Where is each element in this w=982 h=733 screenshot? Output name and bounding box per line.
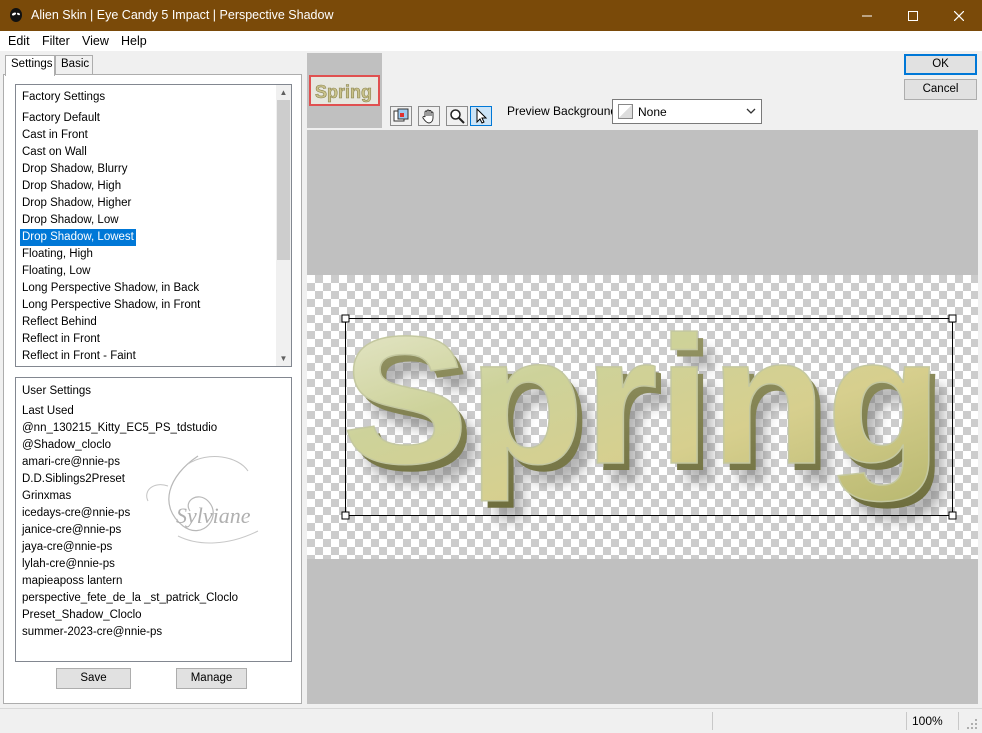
list-item-selected[interactable]: Drop Shadow, Lowest [20,229,136,246]
list-item[interactable]: perspective_fete_de_la _st_patrick_Clocl… [22,590,238,607]
list-item[interactable]: Grinxmas [22,488,71,505]
user-settings-list[interactable]: Sylviane User Settings Last Used @nn_130… [15,377,292,662]
pointer-icon [476,108,488,124]
list-item[interactable]: Cast on Wall [22,144,87,161]
list-item[interactable]: Last Used [22,403,74,420]
list-item[interactable]: Preset_Shadow_Cloclo [22,607,142,624]
list-item[interactable]: Floating, High [22,246,93,263]
user-settings-header: User Settings [22,385,92,397]
list-item[interactable]: Drop Shadow, Blurry [22,161,127,178]
list-item[interactable]: janice-cre@nnie-ps [22,522,121,539]
zoom-level: 100% [912,714,943,728]
svg-text:Sylviane: Sylviane [176,503,251,528]
status-divider [958,712,959,730]
factory-settings-list[interactable]: Factory Settings Factory Default Cast in… [15,84,292,367]
status-divider [906,712,907,730]
minimize-button[interactable] [844,0,890,31]
navigate-tool-button[interactable] [390,106,412,126]
scroll-up-icon[interactable]: ▲ [276,85,291,100]
menu-edit[interactable]: Edit [8,34,30,48]
minimize-icon [862,15,872,16]
menu-filter[interactable]: Filter [42,34,70,48]
maximize-icon [908,10,918,21]
svg-text:Spring: Spring [315,82,372,102]
hand-tool-button[interactable] [418,106,440,126]
list-item[interactable]: Reflect in Front [22,331,100,348]
resize-handle[interactable] [948,314,957,323]
factory-settings-header: Factory Settings [22,91,106,103]
resize-grip-icon[interactable] [966,718,978,730]
list-item[interactable]: Drop Shadow, Higher [22,195,131,212]
tab-basic[interactable]: Basic [55,55,93,75]
pointer-tool-button[interactable] [470,106,492,126]
preview-background-label: Preview Background: [507,104,621,118]
thumbnail-navigator[interactable]: Spring [307,53,382,128]
list-item[interactable]: icedays-cre@nnie-ps [22,505,130,522]
list-item[interactable]: jaya-cre@nnie-ps [22,539,112,556]
resize-handle[interactable] [341,511,350,520]
menu-view[interactable]: View [82,34,109,48]
zoom-tool-button[interactable] [446,106,468,126]
list-item[interactable]: Reflect in Front - Faint [22,348,136,365]
scrollbar-thumb[interactable] [277,100,290,260]
close-icon [954,10,964,21]
list-item[interactable]: amari-cre@nnie-ps [22,454,120,471]
navigate-icon [393,108,409,122]
list-item[interactable]: Long Perspective Shadow, in Front [22,297,200,314]
save-button[interactable]: Save [56,668,131,689]
list-item[interactable]: Long Perspective Shadow, in Back [22,280,199,297]
resize-handle[interactable] [341,314,350,323]
list-item[interactable]: D.D.Siblings2Preset [22,471,125,488]
hand-icon [422,109,434,124]
list-item[interactable]: Floating, Low [22,263,90,280]
preview-background-value: None [638,105,667,119]
window-title: Alien Skin | Eye Candy 5 Impact | Perspe… [31,8,334,22]
chevron-down-icon [746,108,756,114]
status-divider [712,712,713,730]
list-item[interactable]: Cast in Front [22,127,88,144]
list-item[interactable]: mapieaposs lantern [22,573,122,590]
ok-button[interactable]: OK [904,54,977,75]
alien-skin-app-icon [10,8,22,22]
menu-bar: Edit Filter View Help [0,31,982,51]
maximize-button[interactable] [890,0,936,31]
resize-handle[interactable] [948,511,957,520]
manage-button[interactable]: Manage [176,668,247,689]
title-bar: Alien Skin | Eye Candy 5 Impact | Perspe… [0,0,982,31]
scroll-down-icon[interactable]: ▼ [276,351,291,366]
factory-list-scrollbar[interactable]: ▲ ▼ [276,85,291,366]
list-item[interactable]: @Shadow_cloclo [22,437,111,454]
list-item[interactable]: Reflect Behind [22,314,97,331]
list-item[interactable]: lylah-cre@nnie-ps [22,556,115,573]
swatch-icon [618,104,633,119]
list-item[interactable]: Factory Default [22,110,100,127]
thumbnail-view-frame[interactable]: Spring [309,75,380,106]
menu-help[interactable]: Help [121,34,147,48]
zoom-icon [450,109,465,124]
status-bar: 100% [0,708,982,733]
close-button[interactable] [936,0,982,31]
list-item[interactable]: @nn_130215_Kitty_EC5_PS_tdstudio [22,420,217,437]
preview-background-select[interactable]: None [612,99,762,124]
preview-image: Spring Spring Spring [341,297,957,521]
preview-canvas[interactable]: Spring Spring Spring [307,130,978,704]
text-face: Spring [342,298,942,502]
tab-settings[interactable]: Settings [5,55,55,76]
cancel-button[interactable]: Cancel [904,79,977,100]
thumbnail-image: Spring [315,82,373,103]
sylviane-watermark: Sylviane [146,455,259,544]
list-item[interactable]: Drop Shadow, High [22,178,121,195]
list-item[interactable]: Drop Shadow, Low [22,212,119,229]
list-item[interactable]: summer-2023-cre@nnie-ps [22,624,162,641]
